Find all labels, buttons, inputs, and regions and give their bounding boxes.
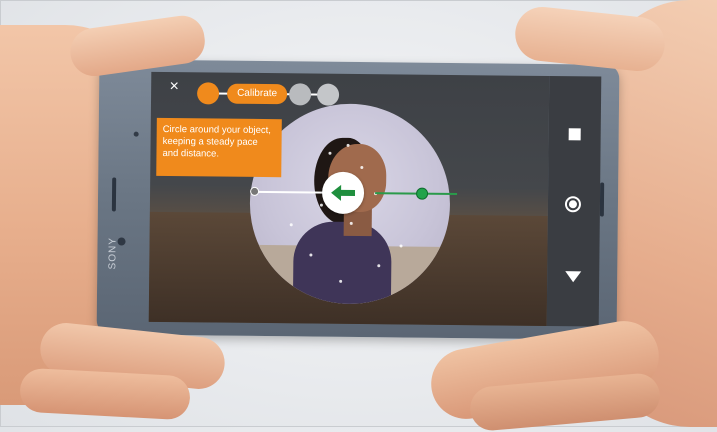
tracking-point	[339, 279, 343, 283]
phone-brand-logo: SONY	[107, 237, 119, 270]
phone-speaker-left	[111, 177, 117, 212]
phone-sensor	[133, 131, 139, 137]
track-target-marker	[416, 187, 429, 200]
phone-device: SONY Circle around your object, keeping …	[96, 59, 620, 340]
direction-arrow-button[interactable]	[321, 171, 365, 215]
left-lower-finger	[18, 367, 192, 421]
subject-body	[292, 221, 392, 305]
close-icon[interactable]: ×	[165, 78, 183, 96]
instruction-callout: Circle around your object, keeping a ste…	[156, 117, 282, 178]
camera-viewfinder: Circle around your object, keeping a ste…	[148, 71, 550, 326]
tracking-point	[346, 143, 350, 147]
tracking-point	[349, 221, 353, 225]
progress-step-3	[288, 83, 312, 106]
phone-front-camera	[117, 237, 126, 246]
tracking-point	[399, 244, 403, 248]
tracking-point	[360, 166, 364, 170]
tracking-point	[289, 223, 293, 227]
collapse-down-icon[interactable]	[565, 271, 582, 283]
tracking-point	[328, 151, 332, 155]
progress-step-calibrate: Calibrate	[226, 83, 288, 105]
phone-speaker-right	[599, 182, 605, 217]
stop-icon[interactable]	[568, 128, 581, 141]
tracking-point	[319, 203, 323, 207]
progress-step-4	[316, 83, 340, 106]
tracking-point	[309, 253, 313, 257]
camera-controls-bar	[546, 75, 602, 327]
progress-step-1	[196, 82, 220, 105]
shutter-icon[interactable]	[564, 196, 582, 213]
tracking-point	[377, 264, 381, 268]
arrow-left-icon	[331, 184, 356, 201]
track-start-marker	[250, 186, 260, 196]
